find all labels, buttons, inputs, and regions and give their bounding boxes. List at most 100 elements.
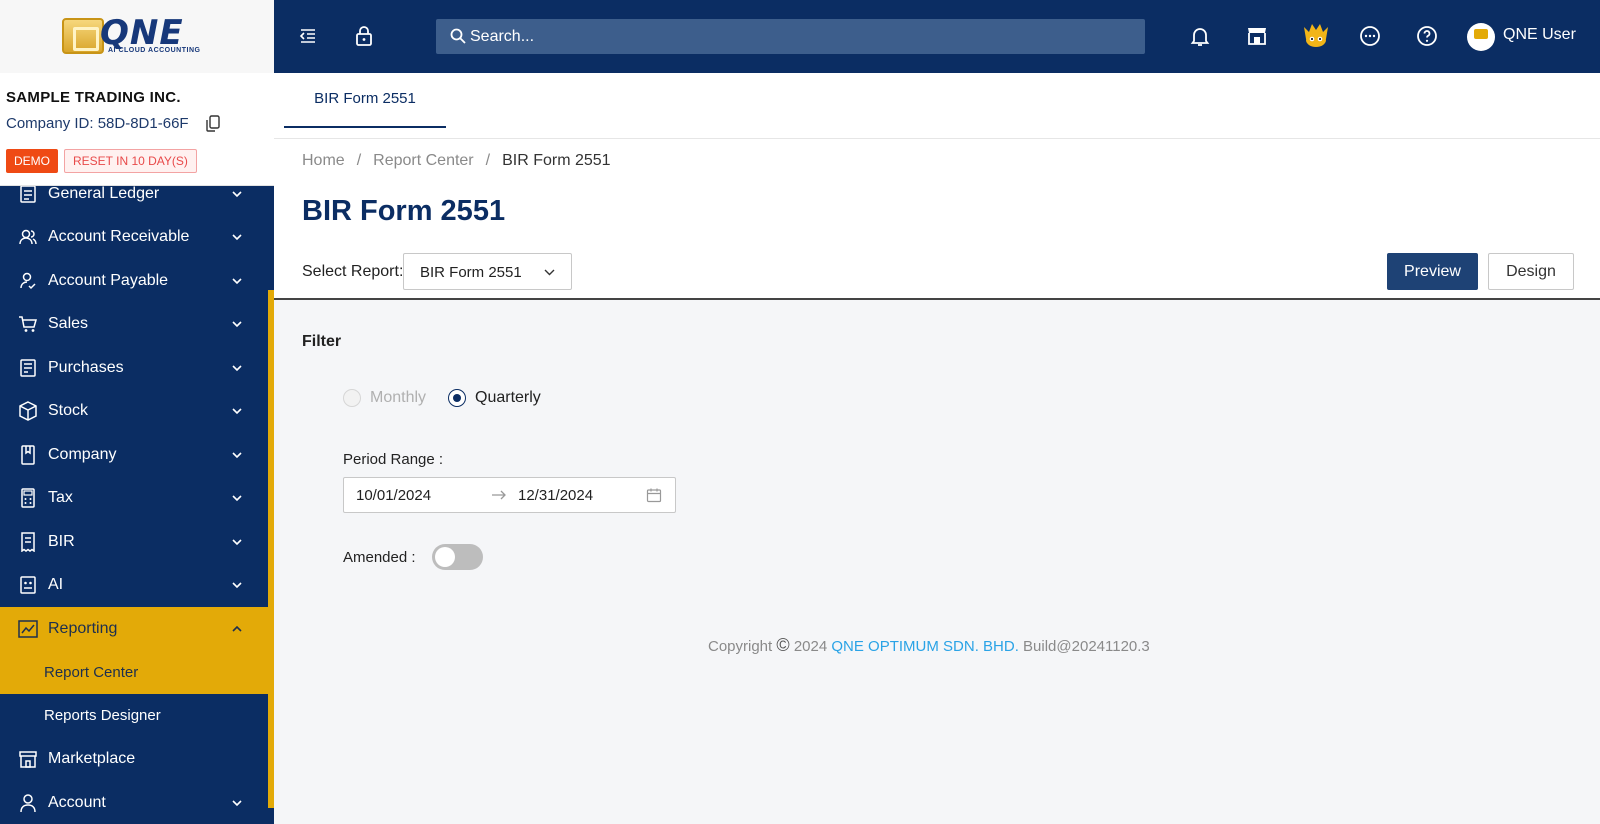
user-check-icon	[20, 272, 36, 289]
report-select[interactable]: BIR Form 2551	[403, 253, 572, 290]
calendar-icon[interactable]	[646, 487, 662, 503]
receipt-icon	[21, 532, 35, 552]
chevron-down-icon	[232, 321, 242, 328]
radio-monthly[interactable]	[343, 389, 361, 407]
sidebar-item-label: Account Receivable	[48, 228, 190, 246]
sidebar-item-label: Account Payable	[48, 271, 169, 289]
user-name[interactable]: QNE User	[1503, 26, 1576, 44]
chevron-down-icon	[232, 800, 242, 806]
sidebar-item-label: Purchases	[48, 358, 124, 376]
robot-icon	[20, 576, 36, 594]
search-input[interactable]	[470, 19, 1130, 54]
logo-area: QNE AI CLOUD ACCOUNTING	[0, 0, 274, 73]
store-icon	[19, 751, 37, 768]
sidebar-item-reporting[interactable]: Reporting	[0, 607, 268, 651]
sidebar-subitem-label: Report Center	[44, 663, 139, 681]
end-date-input[interactable]: 12/31/2024	[518, 487, 593, 504]
sidebar-scrollbar[interactable]	[268, 290, 274, 808]
top-bar: QNE User	[274, 0, 1600, 73]
start-date-input[interactable]: 10/01/2024	[356, 487, 431, 504]
user-icon	[20, 794, 36, 812]
document-icon	[20, 359, 36, 377]
filter-title: Filter	[302, 333, 342, 350]
amended-label: Amended :	[343, 549, 416, 566]
store-icon[interactable]	[1245, 24, 1269, 48]
copy-icon[interactable]	[206, 115, 220, 132]
company-info: SAMPLE TRADING INC. Company ID: 58D-8D1-…	[0, 73, 274, 186]
sidebar-item-ai[interactable]: AI	[0, 564, 268, 608]
help-icon[interactable]	[1415, 24, 1439, 48]
chevron-down-icon	[232, 582, 242, 589]
mascot-icon[interactable]	[1301, 21, 1331, 51]
report-select-value: BIR Form 2551	[420, 264, 522, 281]
footer-build: Build@20241120.3	[1023, 638, 1150, 655]
search-bar[interactable]	[436, 19, 1145, 54]
sidebar-item-account[interactable]: Account	[0, 781, 268, 824]
chevron-down-icon	[232, 278, 242, 284]
sidebar-item-label: Reporting	[48, 619, 118, 637]
cart-icon	[19, 316, 37, 333]
preview-button[interactable]: Preview	[1387, 253, 1478, 290]
tab-bir-form-2551[interactable]: BIR Form 2551	[284, 73, 446, 128]
breadcrumb: Home / Report Center / BIR Form 2551	[302, 152, 611, 170]
footer-year: 2024	[793, 638, 828, 655]
sidebar-item-stock[interactable]: Stock	[0, 390, 268, 434]
sidebar-item-purchases[interactable]: Purchases	[0, 346, 268, 390]
box-icon	[19, 401, 37, 422]
calculator-icon	[21, 488, 35, 508]
chat-icon[interactable]	[1358, 24, 1382, 48]
sidebar-item-sales[interactable]: Sales	[0, 303, 268, 347]
sidebar-item-account-receivable[interactable]: Account Receivable	[0, 216, 268, 260]
radio-quarterly[interactable]	[448, 389, 466, 407]
logo-subtext: AI CLOUD ACCOUNTING	[108, 47, 201, 54]
chevron-down-icon	[232, 234, 242, 241]
ledger-icon	[20, 185, 36, 203]
users-icon	[19, 230, 37, 245]
chevron-down-icon	[232, 495, 242, 502]
sidebar-item-tax[interactable]: Tax	[0, 477, 268, 521]
sidebar-item-account-payable[interactable]: Account Payable	[0, 259, 268, 303]
radio-quarterly-label: Quarterly	[475, 389, 541, 406]
sidebar: QNE AI CLOUD ACCOUNTING SAMPLE TRADING I…	[0, 0, 274, 824]
menu-fold-icon[interactable]	[296, 24, 320, 48]
breadcrumb-report-center[interactable]: Report Center	[373, 152, 474, 169]
breadcrumb-separator: /	[485, 152, 491, 169]
lock-icon[interactable]	[352, 24, 376, 48]
avatar[interactable]	[1467, 23, 1495, 51]
report-header: Home / Report Center / BIR Form 2551 BIR For…	[274, 139, 1600, 300]
breadcrumb-separator: /	[356, 152, 362, 169]
demo-badge: DEMO	[6, 149, 58, 173]
sidebar-item-marketplace[interactable]: Marketplace	[0, 738, 268, 782]
sidebar-menu: General Ledger Account Receivable Accoun…	[0, 172, 268, 824]
sidebar-item-company[interactable]: Company	[0, 433, 268, 477]
logo-mark-icon	[62, 18, 104, 54]
amended-toggle[interactable]	[432, 544, 483, 570]
company-name: SAMPLE TRADING INC.	[6, 89, 181, 106]
sidebar-item-bir[interactable]: BIR	[0, 520, 268, 564]
book-icon	[21, 445, 35, 465]
select-report-label: Select Report:	[302, 263, 404, 280]
sidebar-subitem-label: Reports Designer	[44, 707, 161, 725]
footer: Copyright © 2024 QNE OPTIMUM SDN. BHD. B…	[708, 635, 1150, 656]
sidebar-item-label: Sales	[48, 315, 89, 333]
period-range-label: Period Range :	[343, 451, 444, 468]
footer-copyright: Copyright	[708, 638, 773, 655]
arrow-right-icon	[492, 490, 506, 500]
sidebar-subitem-report-center[interactable]: Report Center	[0, 650, 268, 694]
sidebar-item-label: General Ledger	[48, 184, 160, 202]
period-range-picker[interactable]: 10/01/2024 12/31/2024	[343, 477, 676, 513]
sidebar-item-label: Tax	[48, 489, 73, 507]
bell-icon[interactable]	[1188, 24, 1212, 48]
sidebar-item-label: Company	[48, 445, 117, 463]
design-button[interactable]: Design	[1488, 253, 1574, 290]
radio-monthly-label: Monthly	[370, 389, 427, 406]
sidebar-subitem-reports-designer[interactable]: Reports Designer	[0, 694, 268, 738]
chevron-down-icon	[544, 269, 555, 276]
copyright-icon: ©	[776, 635, 790, 655]
company-id: Company ID: 58D-8D1-66F	[6, 115, 189, 132]
tab-bar: BIR Form 2551	[274, 73, 1600, 139]
footer-company-link[interactable]: QNE OPTIMUM SDN. BHD.	[831, 638, 1019, 655]
qne-logo[interactable]: QNE AI CLOUD ACCOUNTING	[62, 13, 210, 58]
search-icon	[450, 28, 466, 44]
breadcrumb-home[interactable]: Home	[302, 152, 345, 169]
